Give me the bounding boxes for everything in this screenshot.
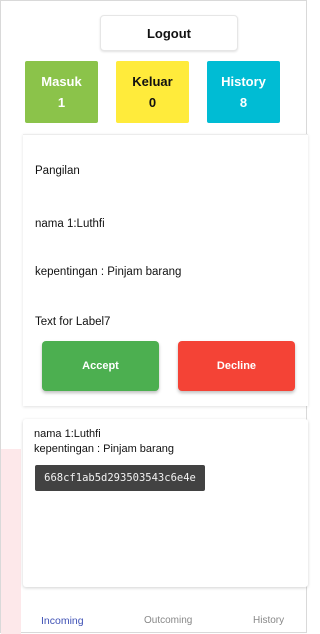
detail-nama: nama 1:Luthfi bbox=[34, 428, 101, 440]
detail-kepentingan: kepentingan : Pinjam barang bbox=[34, 443, 175, 455]
stat-keluar-count: 0 bbox=[148, 95, 157, 110]
request-detail-card: nama 1:Luthfi kepentingan : Pinjam baran… bbox=[23, 419, 308, 587]
stat-history-label: History bbox=[221, 74, 266, 89]
stat-keluar-card[interactable]: Keluar 0 bbox=[116, 61, 189, 123]
app-screen: Logout Masuk 1 Keluar 0 History 8 Pangil… bbox=[0, 0, 308, 634]
tab-history[interactable]: History bbox=[253, 615, 284, 626]
tab-outcoming[interactable]: Outcoming bbox=[144, 615, 192, 626]
stat-masuk-card[interactable]: Masuk 1 bbox=[25, 61, 98, 123]
stat-masuk-label: Masuk bbox=[41, 74, 82, 89]
stat-keluar-label: Keluar bbox=[132, 74, 173, 89]
incoming-request-card: Pangilan nama 1:Luthfi kepentingan : Pin… bbox=[23, 134, 308, 406]
side-accent bbox=[1, 449, 21, 634]
stat-history-count: 8 bbox=[239, 95, 248, 110]
decline-button[interactable]: Decline bbox=[178, 341, 295, 391]
request-nama: nama 1:Luthfi bbox=[35, 218, 105, 230]
logout-button[interactable]: Logout bbox=[100, 15, 238, 51]
request-kepentingan: kepentingan : Pinjam barang bbox=[35, 266, 182, 278]
bottom-navigation: Incoming Outcoming History bbox=[21, 611, 308, 634]
request-title: Pangilan bbox=[35, 165, 80, 177]
accept-button[interactable]: Accept bbox=[42, 341, 159, 391]
stat-history-card[interactable]: History 8 bbox=[207, 61, 280, 123]
request-label7: Text for Label7 bbox=[35, 316, 111, 328]
id-tooltip: 668cf1ab5d293503543c6e4e bbox=[35, 465, 205, 491]
tab-incoming[interactable]: Incoming bbox=[41, 615, 84, 627]
stat-masuk-count: 1 bbox=[57, 95, 66, 110]
